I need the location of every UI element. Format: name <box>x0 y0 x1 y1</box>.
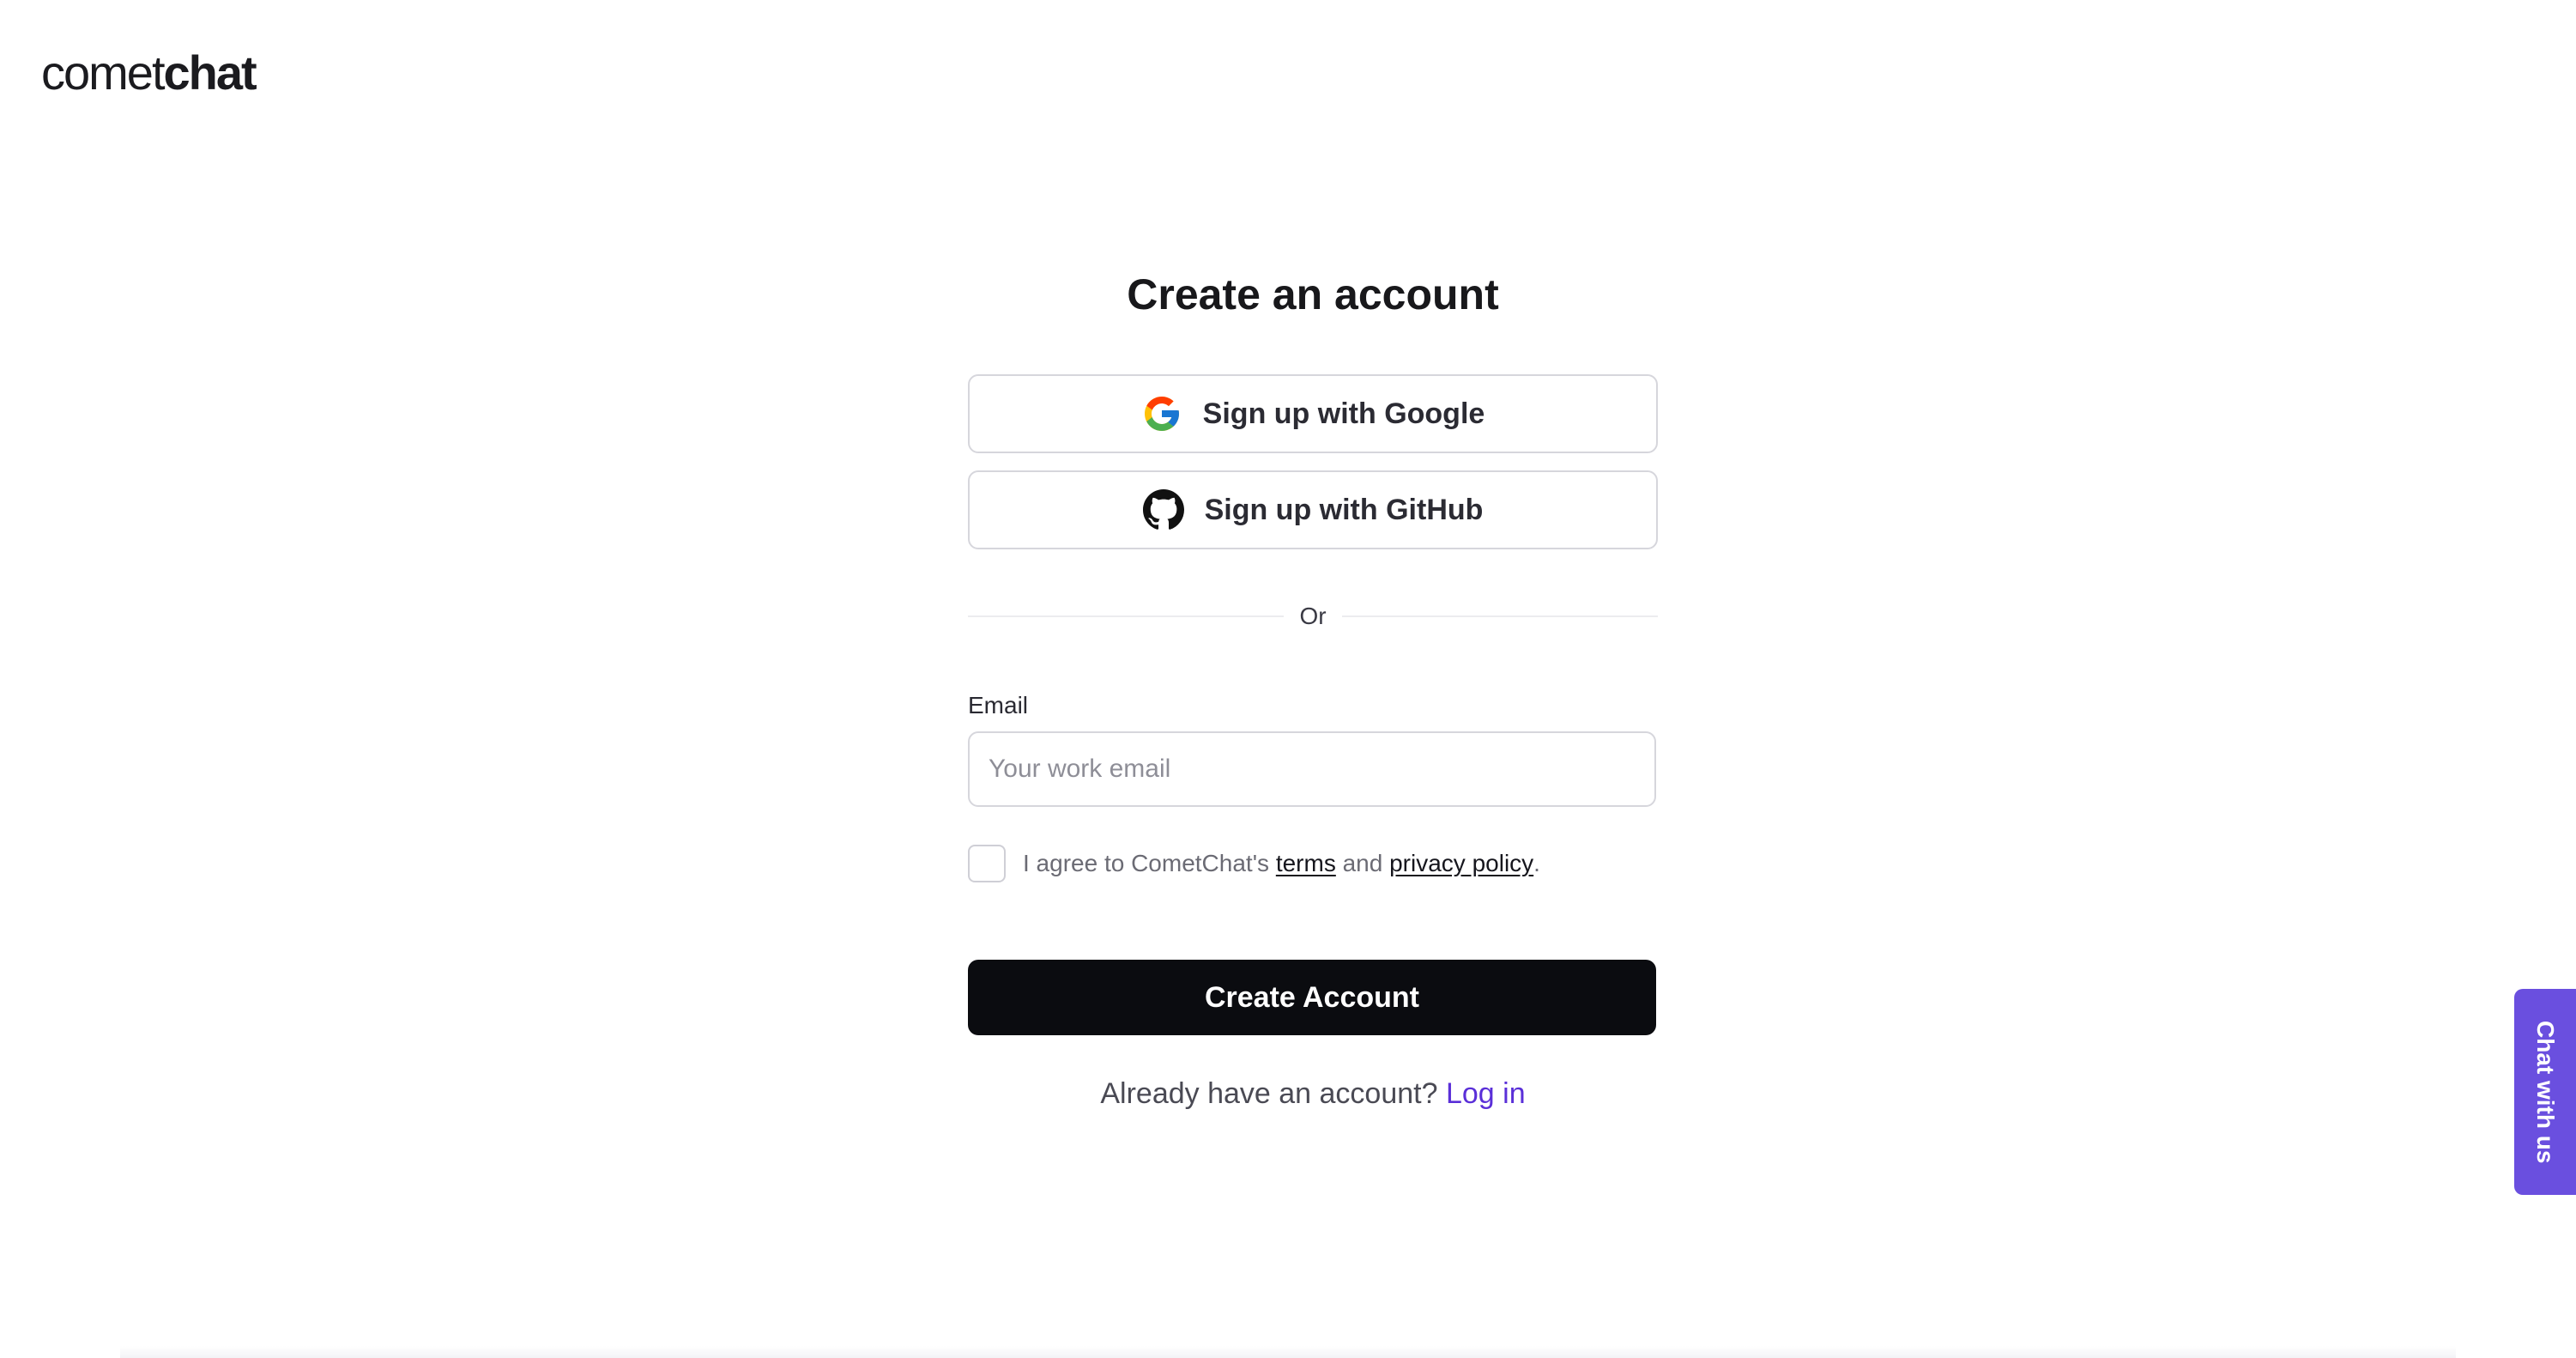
privacy-policy-link[interactable]: privacy policy <box>1389 850 1533 877</box>
login-link[interactable]: Log in <box>1446 1077 1526 1110</box>
logo-light-text: comet <box>41 45 165 100</box>
divider-line-right <box>1341 615 1659 617</box>
bottom-edge-shadow <box>120 1346 2456 1358</box>
agree-and-text: and <box>1342 850 1383 876</box>
login-prompt-text: Already have an account? <box>1100 1077 1438 1110</box>
google-signup-label: Sign up with Google <box>1202 397 1485 430</box>
signup-page: cometchat Create an account Sign up with… <box>0 0 2576 1358</box>
page-title: Create an account <box>1127 270 1499 318</box>
divider-line-left <box>968 615 1285 617</box>
email-field[interactable] <box>968 731 1656 807</box>
or-divider: Or <box>968 599 1659 634</box>
chat-with-us-button[interactable]: Chat with us <box>2514 989 2576 1195</box>
login-prompt-row: Already have an account? Log in <box>968 1073 1658 1114</box>
cometchat-logo[interactable]: cometchat <box>41 43 257 103</box>
github-icon <box>1142 489 1184 530</box>
terms-agreement-row: I agree to CometChat's terms and privacy… <box>968 845 1658 882</box>
logo-bold-text: chat <box>163 45 257 100</box>
github-signup-label: Sign up with GitHub <box>1204 493 1484 526</box>
google-icon <box>1141 393 1182 434</box>
github-signup-button[interactable]: Sign up with GitHub <box>968 470 1658 549</box>
email-label: Email <box>968 692 1029 718</box>
signup-form: Create an account Sign up with Google Si… <box>968 258 1659 1114</box>
agree-prefix-text: I agree to CometChat's <box>1023 850 1270 876</box>
terms-checkbox[interactable] <box>968 845 1006 882</box>
terms-link[interactable]: terms <box>1276 850 1336 877</box>
divider-text: Or <box>1299 603 1327 629</box>
agree-suffix-text: . <box>1533 850 1540 876</box>
google-signup-button[interactable]: Sign up with Google <box>968 374 1658 453</box>
create-account-button[interactable]: Create Account <box>968 960 1656 1035</box>
chat-with-us-label: Chat with us <box>2532 1020 2559 1164</box>
